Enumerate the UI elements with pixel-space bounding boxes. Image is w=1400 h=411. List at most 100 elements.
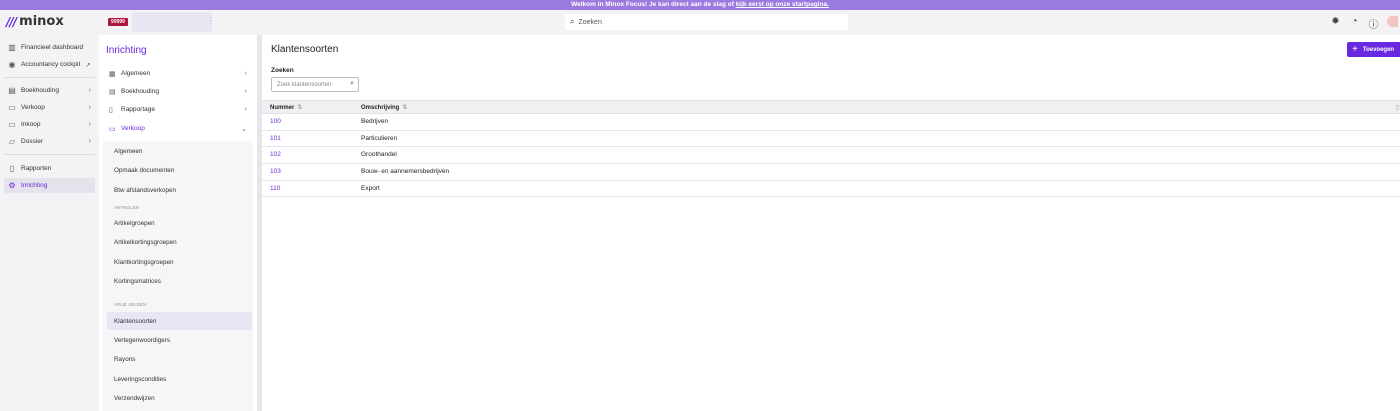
subnav-section-label: Algemeen bbox=[121, 70, 151, 77]
chevron-right-icon: › bbox=[88, 87, 91, 94]
global-search-input[interactable]: ⌕ Zoeken bbox=[565, 14, 848, 30]
main-content: Klantensoorten + Toevoegen Zoeken Zoek k… bbox=[262, 35, 1400, 411]
row-description: Bedrijven bbox=[361, 118, 389, 125]
subnav-title: Inrichting bbox=[106, 45, 147, 56]
row-number-link[interactable]: 100 bbox=[270, 118, 281, 125]
minox-logo[interactable]: /// minox bbox=[6, 14, 64, 29]
subnav-section-algemeen[interactable]: ▦ Algemeen › bbox=[103, 66, 253, 81]
book-icon: ▤ bbox=[109, 88, 116, 96]
report-icon: ▯ bbox=[109, 106, 113, 114]
row-number-link[interactable]: 110 bbox=[270, 185, 280, 192]
main-sidebar: ▥ Financieel dashboard ◉ Accountancy coc… bbox=[0, 35, 98, 411]
subnav-item-opmaak-documenten[interactable]: Opmaak documenten bbox=[107, 161, 252, 179]
administration-number-badge[interactable]: 99999 bbox=[108, 18, 128, 26]
section-label-artikelen: ARTIKELEN bbox=[114, 205, 139, 210]
wrench-icon: ⚙ bbox=[8, 181, 16, 190]
administration-name-redacted[interactable] bbox=[132, 12, 212, 32]
row-number-link[interactable]: 102 bbox=[270, 151, 281, 158]
subnav-item-algemeen[interactable]: Algemeen bbox=[107, 142, 252, 160]
sidebar-item-dossier[interactable]: ▱ Dossier › bbox=[4, 134, 95, 149]
sidebar-item-label: Dossier bbox=[21, 138, 44, 145]
table-row[interactable]: 110 Export bbox=[262, 181, 1400, 198]
banner-text: Welkom in Minox Focus! Je kan direct aan… bbox=[571, 1, 736, 8]
minox-logo-mark: /// bbox=[6, 14, 17, 29]
chevron-right-icon: › bbox=[88, 138, 91, 145]
sidebar-item-label: Verkoop bbox=[21, 104, 45, 111]
global-search-placeholder: Zoeken bbox=[578, 18, 602, 26]
banner-startpage-link[interactable]: kijk eerst op onze startpagina. bbox=[736, 1, 829, 8]
sidebar-item-inkoop[interactable]: ▭ Inkoop › bbox=[4, 117, 95, 132]
subnav-section-rapportage[interactable]: ▯ Rapportage › bbox=[103, 102, 253, 117]
add-button-label: Toevoegen bbox=[1362, 46, 1395, 53]
row-number-link[interactable]: 101 bbox=[270, 135, 281, 142]
subnav-section-verkoop[interactable]: ▭ Verkoop ⌄ bbox=[103, 121, 253, 136]
chart-icon: ▥ bbox=[8, 43, 16, 52]
table-header: Nummer ⇅ Omschrijving ⇅ ▯ bbox=[262, 100, 1400, 114]
top-right-actions: ✹ ◔ ⓘ bbox=[1330, 16, 1400, 31]
welcome-banner: Welkom in Minox Focus! Je kan direct aan… bbox=[0, 0, 1400, 10]
subnav-item-kortingsmatrices[interactable]: Kortingsmatrices bbox=[107, 272, 252, 290]
chevron-down-icon: ⌄ bbox=[241, 125, 247, 133]
table-row[interactable]: 103 Bouw- en aannemersbedrijven bbox=[262, 164, 1400, 181]
column-header-nummer[interactable]: Nummer ⇅ bbox=[270, 104, 302, 111]
search-filter-label: Zoeken bbox=[271, 67, 294, 74]
subnav-item-leveringscondities[interactable]: Leveringscondities bbox=[107, 370, 252, 388]
table-row[interactable]: 100 Bedrijven bbox=[262, 114, 1400, 131]
sidebar-item-verkoop[interactable]: ▭ Verkoop › bbox=[4, 100, 95, 115]
sidebar-item-label: Rapporten bbox=[21, 165, 52, 172]
subnav-item-vertegenwoordigers[interactable]: Vertegenwoordigers bbox=[107, 331, 252, 349]
subnav-item-btw-afstandsverkopen[interactable]: Btw afstandsverkopen bbox=[107, 181, 252, 199]
row-description: Groothandel bbox=[361, 151, 397, 159]
subnav-section-boekhouding[interactable]: ▤ Boekhouding › bbox=[103, 84, 253, 99]
chevron-right-icon: › bbox=[244, 88, 247, 95]
row-description: Particulieren bbox=[361, 134, 398, 142]
sidebar-item-inrichting[interactable]: ⚙ Inrichting bbox=[4, 178, 95, 193]
search-filter-placeholder: Zoek klantensoorten bbox=[277, 81, 332, 88]
top-bar: /// minox 99999 : ⌕ Zoeken ✹ ◔ ⓘ bbox=[0, 10, 1400, 35]
sort-icon: ⇅ bbox=[402, 105, 408, 111]
bug-icon[interactable]: ✹ bbox=[1330, 16, 1341, 31]
subnav-section-label: Verkoop bbox=[121, 125, 145, 132]
sort-icon: ⇅ bbox=[297, 105, 303, 111]
column-header-omschrijving[interactable]: Omschrijving ⇅ bbox=[361, 104, 407, 111]
subnav-item-rayons[interactable]: Rayons bbox=[107, 350, 252, 368]
chevron-right-icon: › bbox=[244, 70, 247, 77]
search-filter-input[interactable]: Zoek klantensoorten ⌕ bbox=[271, 77, 359, 92]
administration-switch-icon[interactable]: : bbox=[210, 16, 212, 23]
search-icon: ⌕ bbox=[570, 17, 575, 26]
subnav-item-klantkortingsgroepen[interactable]: Klantkortingsgroepen bbox=[107, 253, 252, 271]
table-row[interactable]: 102 Groothandel bbox=[262, 147, 1400, 165]
row-number-link[interactable]: 103 bbox=[270, 168, 281, 175]
table-row[interactable]: 101 Particulieren bbox=[262, 131, 1400, 148]
grid-icon: ▦ bbox=[109, 70, 116, 78]
chevron-right-icon: › bbox=[88, 104, 91, 111]
subnav-item-artikelgroepen[interactable]: Artikelgroepen bbox=[107, 214, 252, 232]
gauge-icon: ◉ bbox=[8, 60, 16, 69]
book-icon: ▤ bbox=[8, 86, 16, 95]
column-settings-icon[interactable]: ▯ bbox=[1396, 104, 1399, 111]
row-description: Bouw- en aannemersbedrijven bbox=[361, 168, 450, 176]
add-button[interactable]: + Toevoegen bbox=[1347, 42, 1400, 57]
sidebar-item-accountancy-cockpit[interactable]: ◉ Accountancy cockpit ↗ bbox=[4, 57, 95, 72]
avatar[interactable] bbox=[1387, 16, 1398, 27]
sidebar-item-label: Inrichting bbox=[21, 182, 48, 189]
tag-icon: ▭ bbox=[109, 125, 116, 133]
subnav-section-label: Boekhouding bbox=[121, 88, 159, 95]
sidebar-item-financieel-dashboard[interactable]: ▥ Financieel dashboard bbox=[4, 40, 95, 55]
page-title: Klantensoorten bbox=[271, 44, 339, 55]
subnav-item-verzendwijzen[interactable]: Verzendwijzen bbox=[107, 389, 252, 407]
sidebar-item-label: Inkoop bbox=[21, 121, 41, 128]
row-description: Export bbox=[361, 184, 380, 192]
tasks-icon[interactable]: ◔ bbox=[1349, 16, 1360, 31]
klantensoorten-table: Nummer ⇅ Omschrijving ⇅ ▯ 100 Bedrijven 10… bbox=[262, 100, 1400, 198]
plus-icon: + bbox=[1352, 43, 1358, 55]
report-icon: ▯ bbox=[9, 164, 15, 173]
help-icon[interactable]: ⓘ bbox=[1368, 16, 1379, 31]
tag-icon: ▭ bbox=[8, 103, 16, 112]
sidebar-divider bbox=[4, 77, 95, 78]
sidebar-item-label: Financieel dashboard bbox=[21, 44, 84, 51]
subnav-item-artikelkortingsgroepen[interactable]: Artikelkortingsgroepen bbox=[107, 233, 252, 251]
sidebar-item-rapporten[interactable]: ▯ Rapporten bbox=[4, 161, 95, 176]
subnav-item-klantensoorten[interactable]: Klantensoorten bbox=[107, 312, 252, 330]
sidebar-item-boekhouding[interactable]: ▤ Boekhouding › bbox=[4, 83, 95, 98]
